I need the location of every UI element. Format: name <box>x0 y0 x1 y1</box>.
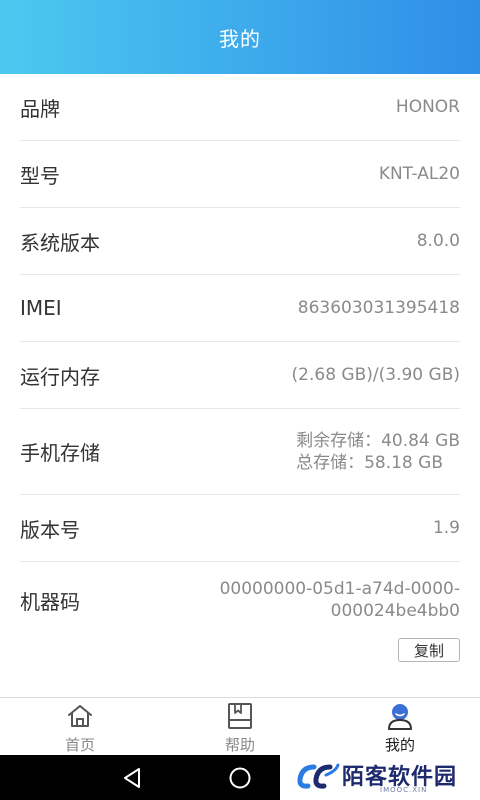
row-model: 型号 KNT-AL20 <box>20 141 460 208</box>
row-app-version: 版本号 1.9 <box>20 495 460 562</box>
ram-value: (2.68 GB)/(3.90 GB) <box>291 365 460 385</box>
storage-value: 剩余存储：40.84 GB 总存储：58.18 GB <box>296 430 460 474</box>
device-code-line2: 000024be4bb0 <box>330 601 460 621</box>
model-value: KNT-AL20 <box>378 164 460 184</box>
row-ram: 运行内存 (2.68 GB)/(3.90 GB) <box>20 342 460 409</box>
row-brand: 品牌 HONOR <box>20 74 460 141</box>
model-label: 型号 <box>20 163 60 188</box>
row-device-code: 机器码 00000000-05d1-a74d-0000- 000024be4bb… <box>20 562 460 696</box>
tab-mine[interactable]: 我的 <box>320 698 480 756</box>
device-code-line1: 00000000-05d1-a74d-0000- <box>219 579 460 599</box>
info-list: 品牌 HONOR 型号 KNT-AL20 系统版本 8.0.0 IMEI 863… <box>0 74 480 696</box>
tab-mine-label: 我的 <box>384 736 415 754</box>
copy-button[interactable]: 复制 <box>398 638 460 662</box>
storage-label: 手机存储 <box>20 441 100 465</box>
ram-label: 运行内存 <box>20 364 100 389</box>
tab-help-label: 帮助 <box>224 736 255 754</box>
tab-home[interactable]: 首页 <box>0 698 160 756</box>
storage-free: 剩余存储：40.84 GB <box>296 430 460 451</box>
brand-label: 品牌 <box>20 96 60 121</box>
watermark-subtitle: IMOOC.XIN <box>380 786 428 794</box>
watermark: 陌客软件园 IMOOC.XIN <box>280 755 480 800</box>
app-version-label: 版本号 <box>20 517 80 542</box>
imei-value: 863603031395418 <box>297 298 460 318</box>
brand-value: HONOR <box>395 97 460 117</box>
row-system-version: 系统版本 8.0.0 <box>20 208 460 275</box>
device-code-label: 机器码 <box>20 590 80 614</box>
device-code-value: 00000000-05d1-a74d-0000- 000024be4bb0 <box>220 578 460 622</box>
user-icon <box>386 702 414 730</box>
imei-label: IMEI <box>20 296 62 320</box>
system-version-label: 系统版本 <box>20 230 100 255</box>
app-header: 我的 <box>0 0 480 74</box>
storage-total: 总存储：58.18 GB <box>296 452 443 473</box>
row-storage: 手机存储 剩余存储：40.84 GB 总存储：58.18 GB <box>20 409 460 495</box>
tab-home-label: 首页 <box>64 736 95 754</box>
watermark-logo-icon <box>296 761 340 795</box>
tab-help[interactable]: 帮助 <box>160 698 320 756</box>
page-title: 我的 <box>219 26 261 51</box>
app-version-value: 1.9 <box>432 518 460 538</box>
book-icon <box>226 702 254 730</box>
home-circle-icon[interactable] <box>228 766 252 794</box>
bottom-tab-bar: 首页 帮助 我的 <box>0 697 480 756</box>
back-icon[interactable] <box>120 766 144 794</box>
home-icon <box>66 702 94 730</box>
system-version-value: 8.0.0 <box>416 231 460 251</box>
system-nav-bar <box>0 755 280 800</box>
row-imei: IMEI 863603031395418 <box>20 275 460 342</box>
